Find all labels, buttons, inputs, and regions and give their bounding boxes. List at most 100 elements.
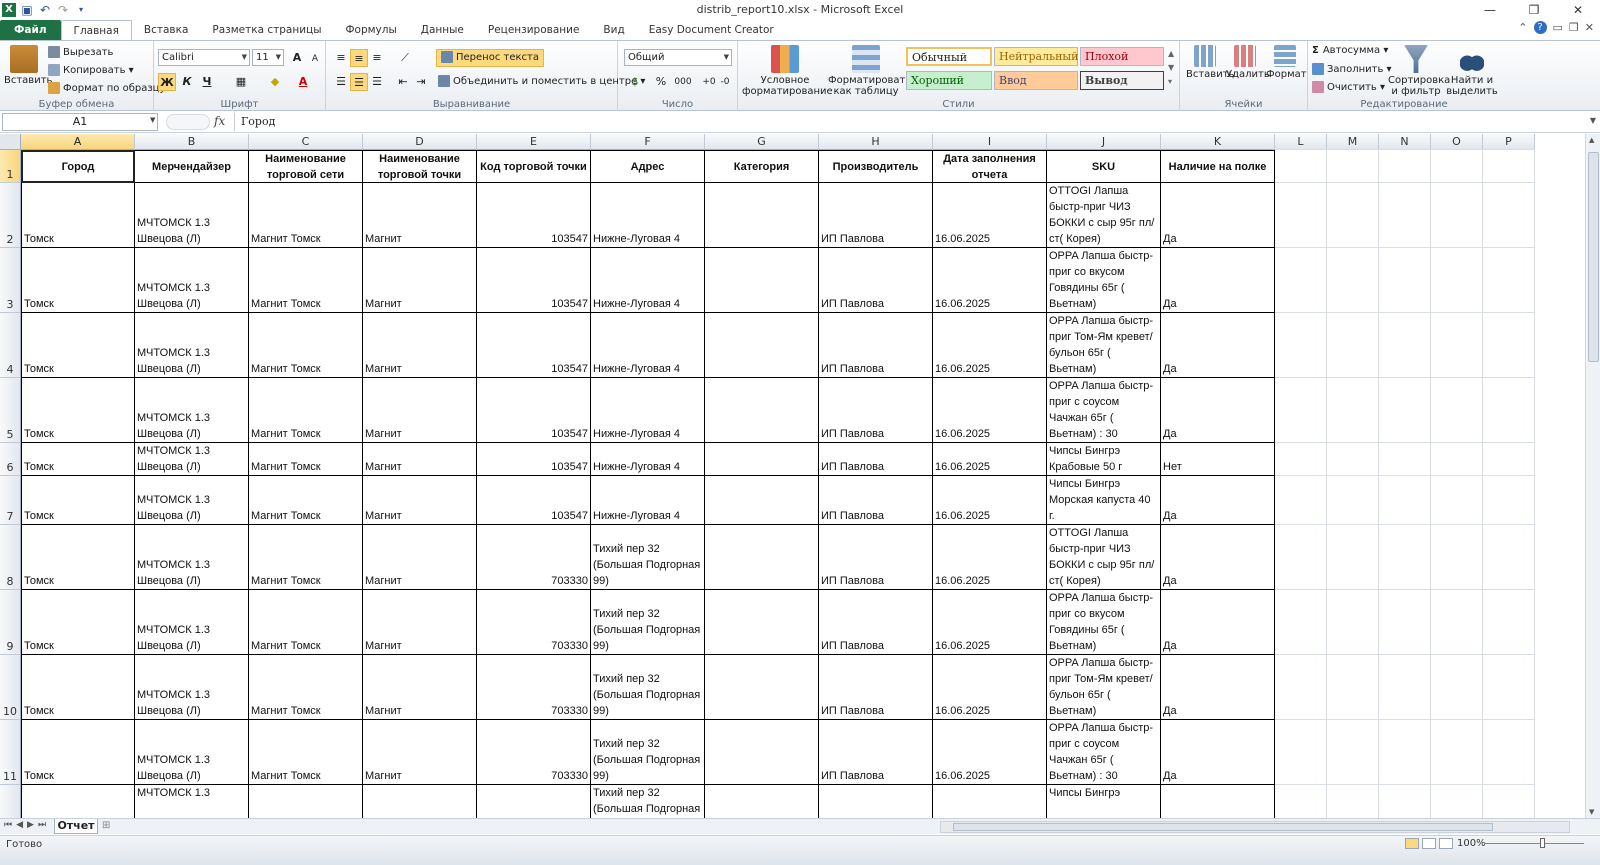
table-cell[interactable]: МЧТОМСК 1.3 Швецова (Л) — [135, 720, 249, 785]
minimize-ribbon-icon[interactable]: ⌃ — [1518, 21, 1527, 34]
table-cell[interactable]: 16.06.2025 — [933, 443, 1047, 476]
table-cell[interactable]: Томск — [21, 313, 135, 378]
table-cell[interactable] — [705, 785, 819, 818]
row-header-11[interactable]: 11 — [0, 720, 21, 785]
format-painter-button[interactable]: Формат по образцу — [48, 82, 165, 94]
table-cell[interactable]: Да — [1161, 248, 1275, 313]
table-cell[interactable]: Магнит Томск — [249, 248, 363, 313]
tab-page-layout[interactable]: Разметка страницы — [200, 20, 333, 40]
header-cell[interactable]: Дата заполнения отчета — [933, 150, 1047, 183]
page-break-view-icon[interactable] — [1439, 838, 1453, 849]
row-header-2[interactable]: 2 — [0, 183, 21, 248]
help-icon[interactable]: ? — [1533, 21, 1547, 34]
style-input[interactable]: Ввод — [994, 71, 1078, 90]
table-cell[interactable]: 703330 — [477, 525, 591, 590]
shrink-font-button[interactable]: A — [306, 50, 324, 68]
table-cell[interactable] — [705, 378, 819, 443]
style-output[interactable]: Вывод — [1080, 71, 1164, 90]
table-cell[interactable]: Нижне-Луговая 4 — [591, 183, 705, 248]
font-color-icon[interactable]: A — [294, 73, 312, 91]
table-cell[interactable]: Томск — [21, 590, 135, 655]
style-bad[interactable]: Плохой — [1080, 47, 1164, 66]
table-cell[interactable]: OPPA Лапша быстр-приг со вкусом Говядины… — [1047, 590, 1161, 655]
table-cell[interactable]: Нижне-Луговая 4 — [591, 378, 705, 443]
table-cell[interactable]: МЧТОМСК 1.3 Швецова (Л) — [135, 313, 249, 378]
tab-insert[interactable]: Вставка — [132, 20, 201, 40]
table-cell[interactable]: Да — [1161, 476, 1275, 525]
table-cell[interactable] — [705, 525, 819, 590]
table-cell[interactable]: 16.06.2025 — [933, 248, 1047, 313]
tab-home[interactable]: Главная — [60, 20, 132, 40]
table-cell[interactable]: Магнит — [363, 590, 477, 655]
style-neutral[interactable]: Нейтральный — [994, 47, 1079, 66]
align-left-icon[interactable]: ☰ — [332, 73, 350, 91]
table-cell[interactable]: Магнит Томск — [249, 183, 363, 248]
table-cell[interactable]: 103547 — [477, 378, 591, 443]
thousands-button[interactable]: 000 — [672, 73, 694, 91]
table-cell[interactable]: Да — [1161, 183, 1275, 248]
table-cell[interactable] — [705, 720, 819, 785]
row-header-6[interactable]: 6 — [0, 443, 21, 476]
align-right-icon[interactable]: ☰ — [368, 73, 386, 91]
table-cell[interactable]: Томск — [21, 525, 135, 590]
formula-collapse-button[interactable] — [166, 114, 210, 130]
align-middle-icon[interactable]: ≡ — [350, 49, 368, 67]
column-header-f[interactable]: F — [591, 134, 705, 150]
expand-formula-icon[interactable]: ▼ — [1590, 116, 1596, 125]
header-cell[interactable]: Мерчендайзер — [135, 150, 249, 183]
font-size-select[interactable]: 11 ▼ — [252, 49, 284, 66]
table-cell[interactable]: ИП Павлова — [819, 720, 933, 785]
borders-icon[interactable]: ▦ — [232, 73, 250, 91]
header-cell[interactable]: Код торговой точки — [477, 150, 591, 183]
table-cell[interactable]: 16.06.2025 — [933, 476, 1047, 525]
header-cell[interactable]: SKU — [1047, 150, 1161, 183]
column-header-k[interactable]: K — [1161, 134, 1275, 150]
sheet-tab-report[interactable]: Отчет — [54, 819, 98, 834]
table-cell[interactable]: OPPA Лапша быстр-приг со вкусом Говядины… — [1047, 248, 1161, 313]
table-cell[interactable]: 703330 — [477, 590, 591, 655]
header-cell[interactable]: Наименование торговой сети — [249, 150, 363, 183]
table-cell[interactable]: 103547 — [477, 183, 591, 248]
table-cell[interactable]: Да — [1161, 313, 1275, 378]
header-cell[interactable]: Город — [21, 150, 135, 183]
column-header-g[interactable]: G — [705, 134, 819, 150]
table-cell[interactable] — [21, 785, 135, 818]
table-cell[interactable]: Томск — [21, 476, 135, 525]
insert-cells-button[interactable]: Вставить — [1186, 45, 1234, 80]
number-format-select[interactable]: Общий ▼ — [624, 49, 732, 66]
table-cell[interactable]: Да — [1161, 525, 1275, 590]
table-cell[interactable]: 103547 — [477, 443, 591, 476]
column-header-d[interactable]: D — [363, 134, 477, 150]
sort-filter-button[interactable]: Сортировка и фильтр — [1388, 45, 1450, 97]
table-cell[interactable]: МЧТОМСК 1.3 Швецова (Л) — [135, 590, 249, 655]
row-header-4[interactable]: 4 — [0, 313, 21, 378]
table-cell[interactable]: Тихий пер 32 (Большая Подгорная 99) — [591, 720, 705, 785]
orientation-icon[interactable]: ⟋ — [396, 49, 414, 67]
header-cell[interactable]: Категория — [705, 150, 819, 183]
merge-center-button[interactable]: Объединить и поместить в центре ▾ — [438, 75, 645, 87]
tab-easy-document-creator[interactable]: Easy Document Creator — [637, 20, 786, 40]
table-cell[interactable]: ИП Павлова — [819, 183, 933, 248]
table-cell[interactable]: Нижне-Луговая 4 — [591, 313, 705, 378]
column-header-m[interactable]: M — [1327, 134, 1379, 150]
table-cell[interactable]: 16.06.2025 — [933, 183, 1047, 248]
bold-button[interactable]: Ж — [158, 73, 176, 91]
table-cell[interactable]: Тихий пер 32 (Большая Подгорная 99) — [591, 525, 705, 590]
table-cell[interactable]: ИП Павлова — [819, 248, 933, 313]
table-cell[interactable] — [705, 313, 819, 378]
table-cell[interactable]: Да — [1161, 590, 1275, 655]
spreadsheet-grid[interactable]: ABCDEFGHIJKLMNOP123456789101112ГородМерч… — [0, 134, 1585, 818]
table-cell[interactable]: 16.06.2025 — [933, 590, 1047, 655]
column-header-n[interactable]: N — [1379, 134, 1431, 150]
table-cell[interactable]: OTTOGI Лапша быстр-приг ЧИЗ БОККИ с сыр … — [1047, 183, 1161, 248]
column-header-b[interactable]: B — [135, 134, 249, 150]
table-cell[interactable]: 103547 — [477, 476, 591, 525]
table-cell[interactable]: 103547 — [477, 313, 591, 378]
table-cell[interactable]: Томск — [21, 378, 135, 443]
row-header-12[interactable]: 12 — [0, 785, 21, 818]
table-cell[interactable]: ИП Павлова — [819, 525, 933, 590]
table-cell[interactable]: 16.06.2025 — [933, 313, 1047, 378]
table-cell[interactable]: МЧТОМСК 1.3 Швецова (Л) — [135, 655, 249, 720]
table-cell[interactable] — [705, 443, 819, 476]
table-cell[interactable] — [477, 785, 591, 818]
